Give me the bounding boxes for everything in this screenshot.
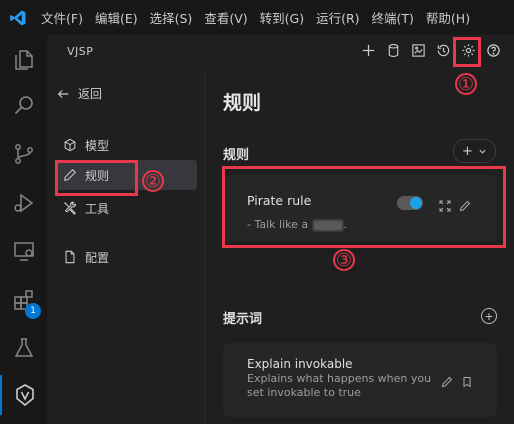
bookmark-icon[interactable] <box>461 373 473 388</box>
file-icon <box>65 250 75 264</box>
add-rule-button[interactable]: + <box>453 139 496 163</box>
run-debug-icon[interactable] <box>0 183 47 223</box>
remote-explorer-icon[interactable] <box>0 231 47 271</box>
prompt-description: Explains what happens when you set invok… <box>247 372 432 399</box>
prompts-section-title: 提示词 <box>223 312 263 327</box>
extensions-badge: 1 <box>25 303 41 319</box>
nav-item-tools[interactable]: 工具 <box>55 193 197 223</box>
page-title: 规则 <box>223 92 262 114</box>
vjsp-icon[interactable] <box>0 375 47 415</box>
menu-bar: 文件(F) 编辑(E) 选择(S) 查看(V) 转到(G) 运行(R) 终端(T… <box>0 0 514 35</box>
add-prompt-button[interactable]: + <box>481 308 497 324</box>
annotation-label-2: ② <box>142 170 164 192</box>
panel-title: VJSP <box>67 45 94 58</box>
explorer-icon[interactable] <box>0 40 47 80</box>
menu-view[interactable]: 查看(V) <box>204 8 247 27</box>
menu-selection[interactable]: 选择(S) <box>150 8 193 27</box>
add-rule-label: + <box>462 143 473 159</box>
nav-item-model[interactable]: 模型 <box>55 130 197 160</box>
testing-icon[interactable] <box>0 328 47 368</box>
nav-item-label: 配置 <box>85 250 110 265</box>
panel-divider <box>204 70 205 424</box>
vscode-logo[interactable] <box>9 9 27 27</box>
back-button[interactable]: 返回 <box>56 85 102 102</box>
menu-terminal[interactable]: 终端(T) <box>372 8 414 27</box>
cube-icon <box>64 138 76 152</box>
rules-section-title: 规则 <box>223 148 250 163</box>
menu-go[interactable]: 转到(G) <box>260 8 304 27</box>
prompt-name: Explain invokable <box>247 357 353 371</box>
annotation-label-1: ① <box>455 73 477 95</box>
edit-icon[interactable] <box>441 373 453 388</box>
annotation-label-3: ③ <box>333 249 355 271</box>
activity-bar: 1 <box>0 35 47 424</box>
annotation-box-1 <box>453 37 481 67</box>
prompt-card[interactable]: Explain invokable Explains what happens … <box>223 343 497 417</box>
nav-item-config[interactable]: 配置 <box>55 242 197 272</box>
source-control-icon[interactable] <box>0 134 47 174</box>
menu-help[interactable]: 帮助(H) <box>426 8 470 27</box>
menu-run[interactable]: 运行(R) <box>316 8 359 27</box>
menu-file[interactable]: 文件(F) <box>41 8 83 27</box>
nav-item-label: 工具 <box>85 201 110 216</box>
add-prompt-label: + <box>484 309 494 323</box>
menu-edit[interactable]: 编辑(E) <box>95 8 138 27</box>
search-icon[interactable] <box>0 85 47 125</box>
nav-item-label: 模型 <box>85 138 110 153</box>
annotation-box-2 <box>55 160 138 196</box>
tools-icon <box>64 201 76 215</box>
extensions-icon[interactable]: 1 <box>0 280 47 320</box>
arrow-left-icon <box>57 89 69 98</box>
back-label: 返回 <box>78 87 103 101</box>
chevron-down-icon <box>479 149 486 154</box>
annotation-box-3 <box>222 166 506 248</box>
